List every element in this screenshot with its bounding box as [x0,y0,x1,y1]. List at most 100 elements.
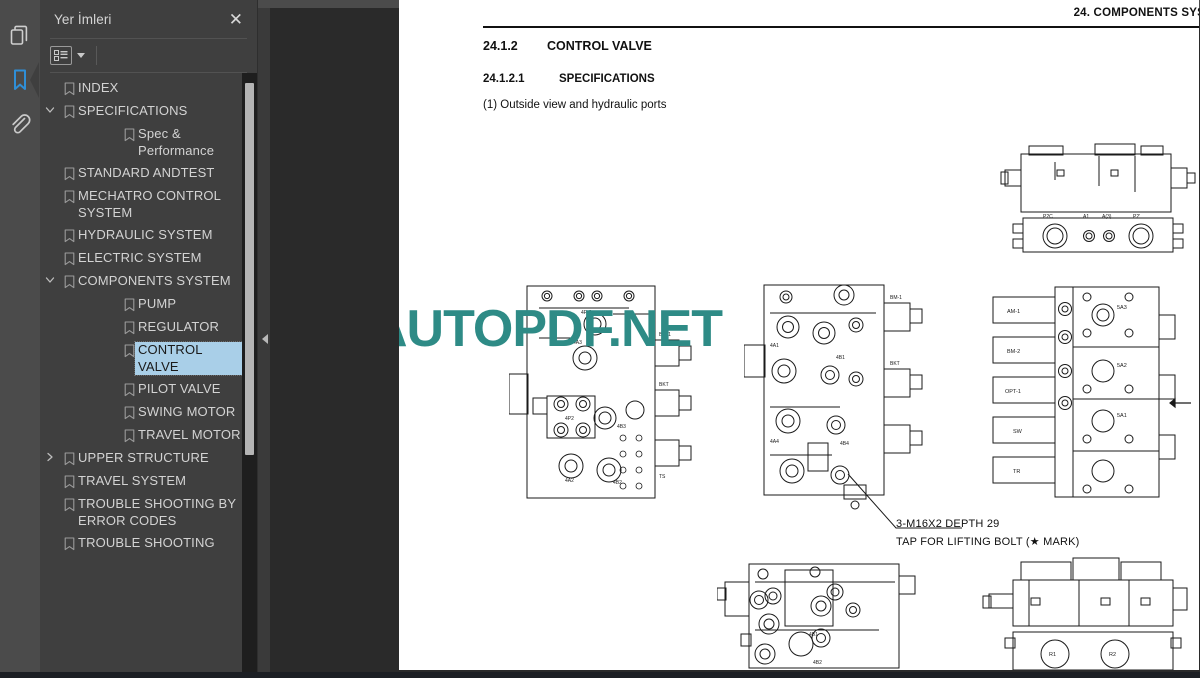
bookmark-item-label: PILOT VALVE [138,381,221,396]
toolbar-divider [96,46,97,65]
pdf-viewer-window: Yer İmleri ✕ INDEX SPECIFICATIONS Spec & P… [0,0,1200,678]
bookmark-icon [60,188,78,204]
chevron-down-icon[interactable] [77,53,85,58]
chevron-down-icon[interactable] [40,273,60,285]
bookmarks-tree: INDEX SPECIFICATIONS Spec & Performance STA… [40,77,257,555]
twisty-spacer [40,496,60,498]
bookmark-item[interactable]: STANDARD ANDTEST [40,162,257,185]
svg-text:4P-2: 4P-2 [581,310,592,316]
svg-text:SW: SW [1013,429,1023,435]
twisty-spacer [40,227,60,229]
svg-text:5A3: 5A3 [1117,305,1127,311]
bookmark-item[interactable]: PUMP [40,293,257,316]
running-header: 24. COMPONENTS SYS [1073,7,1199,19]
close-panel-button[interactable]: ✕ [225,9,247,30]
svg-text:4A4: 4A4 [770,439,779,445]
svg-text:BKT: BKT [659,382,669,388]
bookmark-item[interactable]: Spec & Performance [40,123,257,162]
pdf-page: 24. COMPONENTS SYS 24.1.2 CONTROL VALVE 2… [399,0,1199,670]
svg-text:4B2: 4B2 [613,480,622,486]
svg-text:4A1: 4A1 [770,343,779,349]
attachments-icon[interactable] [2,102,38,146]
sidebar-icon-rail [0,0,40,678]
drawing-top-right: P2C A1 A(3) P2' [999,140,1199,255]
bookmark-item[interactable]: SPECIFICATIONS [40,100,257,123]
bookmark-item[interactable]: TROUBLE SHOOTING BY ERROR CODES [40,493,257,532]
twisty-spacer [40,473,60,475]
twisty-spacer [100,319,120,321]
twisty-spacer [40,165,60,167]
bookmark-item-label: UPPER STRUCTURE [78,450,209,465]
bookmark-item-label: TRAVEL MOTOR [138,427,241,442]
bookmarks-panel: Yer İmleri ✕ INDEX SPECIFICATIONS Spec & P… [40,0,258,678]
collapse-sidebar-handle[interactable] [259,326,271,352]
item-text: (1) Outside view and hydraulic ports [483,99,667,111]
twisty-spacer [40,250,60,252]
bookmark-item[interactable]: TRAVEL MOTOR [40,424,257,447]
twisty-spacer [100,404,120,406]
bookmark-item[interactable]: MECHATRO CONTROL SYSTEM [40,185,257,224]
bookmark-icon [120,404,138,420]
drawing-bottom-left: 4B1 4B2 [717,558,947,670]
bookmark-item-label: CONTROL VALVE [134,341,244,376]
bookmark-icon [60,473,78,489]
section-title: CONTROL VALVE [547,39,652,53]
bookmark-icon [60,165,78,181]
bookmark-icon [120,427,138,443]
bookmark-icon [60,250,78,266]
bookmark-item[interactable]: ELECTRIC SYSTEM [40,247,257,270]
svg-text:4P2: 4P2 [565,416,574,422]
svg-text:TR: TR [1013,469,1020,475]
window-bottom-strip [0,672,1200,678]
bookmark-icon [60,227,78,243]
bookmark-item[interactable]: SWING MOTOR [40,401,257,424]
bookmark-item-label: STANDARD ANDTEST [78,165,215,180]
twisty-spacer [100,342,120,344]
chevron-right-icon[interactable] [40,450,60,462]
bookmark-item-label: TRAVEL SYSTEM [78,473,187,488]
bookmarks-toolbar [40,39,257,72]
bookmark-item-selected[interactable]: CONTROL VALVE [40,339,257,378]
bookmark-icon [60,80,78,96]
svg-text:5A1: 5A1 [1117,413,1127,419]
bookmark-item[interactable]: TRAVEL SYSTEM [40,470,257,493]
bookmarks-panel-header: Yer İmleri ✕ [40,0,257,38]
bookmark-item[interactable]: UPPER STRUCTURE [40,447,257,470]
header-rule [483,26,1199,28]
bookmark-item[interactable]: INDEX [40,77,257,100]
chevron-down-icon[interactable] [40,103,60,115]
svg-text:TS: TS [659,474,666,480]
subsection-title: SPECIFICATIONS [559,73,655,85]
bookmark-item-label: REGULATOR [138,319,220,334]
page-thumbnails-icon[interactable] [2,14,38,58]
bookmark-item[interactable]: HYDRAULIC SYSTEM [40,224,257,247]
bookmark-item[interactable]: REGULATOR [40,316,257,339]
bookmark-icon [60,103,78,119]
drawing-left-valve: 4P-2 4A3 4P2 4B3 4A2 4B2 BM-1 BKT TS [509,278,699,513]
bookmarks-tree-container: INDEX SPECIFICATIONS Spec & Performance STA… [40,73,257,678]
twisty-spacer [40,80,60,82]
twisty-spacer [100,427,120,429]
svg-text:R2: R2 [1109,652,1116,658]
bookmark-item-label: TROUBLE SHOOTING BY ERROR CODES [78,496,236,528]
bookmark-item[interactable]: TROUBLE SHOOTING [40,532,257,555]
bookmarks-icon[interactable] [2,58,39,102]
bookmark-item[interactable]: COMPONENTS SYSTEM [40,270,257,293]
svg-text:4A2: 4A2 [565,478,574,484]
bookmark-item-label: INDEX [78,80,119,95]
bookmark-item[interactable]: PILOT VALVE [40,378,257,401]
bookmarks-scrollbar[interactable] [242,73,257,678]
svg-text:BM-1: BM-1 [890,295,902,301]
list-options-icon[interactable] [50,46,72,65]
bookmarks-scrollbar-thumb[interactable] [245,83,254,455]
section-number: 24.1.2 [483,39,518,53]
twisty-spacer [40,188,60,190]
bookmark-item-label: SWING MOTOR [138,404,236,419]
bookmark-item-label: HYDRAULIC SYSTEM [78,227,213,242]
svg-text:4B2: 4B2 [813,660,822,666]
drawing-right-valve: AM-1 BM-2 OPT-1 SW TR 5A3 5A2 5A1 [979,275,1194,515]
twisty-spacer [100,296,120,298]
document-viewer: 24. COMPONENTS SYS 24.1.2 CONTROL VALVE 2… [258,0,1200,678]
bookmark-icon [120,296,138,312]
bookmark-item-label: SPECIFICATIONS [78,103,188,118]
